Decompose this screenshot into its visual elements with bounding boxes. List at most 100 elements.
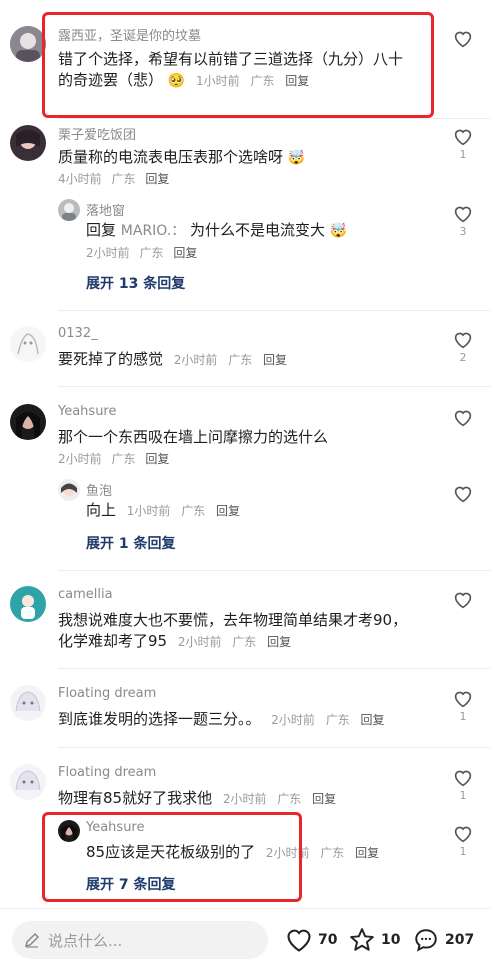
divider [58,570,491,571]
like-button[interactable]: 1 [452,769,474,802]
comment-time: 2小时前 [271,713,315,727]
reply-location: 广东 [139,246,164,260]
reply-time: 1小时前 [126,504,171,518]
heart-icon [454,410,472,427]
like-button[interactable] [452,485,474,503]
reply-text: 回复 MARIO.： 为什么不是电流变大 🤯 [86,221,348,239]
like-count: 1 [459,148,467,161]
comment-author[interactable]: 栗子爱吃饭团 [58,124,136,143]
like-button[interactable] [452,30,474,48]
comment-stat-button[interactable]: 207 [412,927,474,953]
mind-blown-emoji-icon: 🤯 [329,223,348,239]
divider [58,668,491,669]
reply-button[interactable]: 回复 [361,713,385,727]
comment-location: 广东 [232,635,257,649]
like-button[interactable] [452,591,474,609]
comment-bubble-icon [415,929,437,952]
reply-button[interactable]: 回复 [263,353,287,367]
comment-time: 2小时前 [58,452,102,466]
comment-meta: 2小时前 广东 回复 [58,450,169,467]
heart-icon [454,486,472,503]
like-button[interactable]: 1 [452,128,474,161]
avatar[interactable] [10,764,46,800]
avatar[interactable] [10,404,46,440]
like-button[interactable] [452,409,474,427]
comment-time: 2小时前 [173,353,218,367]
heart-icon [454,31,472,48]
avatar[interactable] [10,685,46,721]
avatar[interactable] [10,125,46,161]
expand-replies-button[interactable]: 展开 1 条回复 [86,533,176,553]
pencil-icon [24,932,40,948]
heart-icon [454,691,472,708]
like-button[interactable]: 2 [452,331,474,364]
heart-icon [454,592,472,609]
comment-location: 广东 [277,792,302,806]
reply-button[interactable]: 回复 [355,846,379,860]
like-stat-button[interactable]: 70 [285,927,337,953]
like-total: 70 [318,932,338,948]
avatar[interactable] [58,199,80,221]
avatar[interactable] [10,326,46,362]
highlight-box [42,812,302,902]
reply-button[interactable]: 回复 [145,452,169,466]
like-count: 1 [459,710,467,723]
expand-replies-button[interactable]: 展开 13 条回复 [86,273,185,293]
comment-author[interactable]: Floating dream [58,686,156,701]
comment-text: 质量称的电流表电压表那个选啥呀 🤯 [58,148,306,166]
reply-button[interactable]: 回复 [312,792,336,806]
comment-time: 4小时前 [58,172,102,186]
comment-input-placeholder: 说点什么... [48,932,123,950]
comment-location: 广东 [111,172,136,186]
reply-button[interactable]: 回复 [216,504,240,518]
mind-blown-emoji-icon: 🤯 [287,150,306,166]
star-icon [350,928,374,951]
comment-author[interactable]: camellia [58,587,113,602]
reply-location: 广东 [181,504,206,518]
comment-location: 广东 [111,452,136,466]
reply-button[interactable]: 回复 [145,172,169,186]
comment-text: 物理有85就好了我求他 2小时前 广东 回复 [58,789,337,807]
favorite-total: 10 [381,932,401,948]
avatar[interactable] [10,586,46,622]
comment-input-bar: 说点什么... 70 10 207 [0,908,491,975]
comment-total: 207 [445,932,475,948]
like-button[interactable]: 3 [452,205,474,238]
comment-time: 2小时前 [222,792,267,806]
reply-text: 向上 1小时前 广东 回复 [86,501,241,519]
comment-text: 要死掉了的感觉 2小时前 广东 回复 [58,350,288,368]
comment-author[interactable]: Floating dream [58,765,156,780]
comment-text: 到底谁发明的选择一题三分。。 2小时前 广东 回复 [58,710,385,728]
comment-input[interactable]: 说点什么... [12,921,268,959]
like-count: 2 [459,351,467,364]
favorite-stat-button[interactable]: 10 [348,927,400,953]
comment-time: 2小时前 [177,635,222,649]
heart-icon [454,826,472,843]
heart-icon [454,129,472,146]
reply-target[interactable]: MARIO.： [121,223,185,239]
divider [58,386,491,387]
divider [58,747,491,748]
reply-meta: 2小时前 广东 回复 [86,244,197,261]
heart-icon [454,332,472,349]
like-button[interactable]: 1 [452,690,474,723]
divider [58,310,491,311]
avatar[interactable] [10,26,46,62]
highlight-box [42,12,434,118]
reply-location: 广东 [320,846,345,860]
reply-button[interactable]: 回复 [267,635,291,649]
comment-text: 那个一个东西吸在墙上问摩擦力的选什么 [58,428,329,446]
like-button[interactable]: 1 [452,825,474,858]
comment-meta: 4小时前 广东 回复 [58,170,169,187]
reply-author[interactable]: 鱼泡 [86,480,112,499]
reply-author[interactable]: 落地窗 [86,200,125,219]
comment-location: 广东 [325,713,350,727]
avatar[interactable] [58,479,80,501]
heart-icon [454,206,472,223]
like-count: 3 [459,225,467,238]
reply-time: 2小时前 [86,246,130,260]
like-count: 1 [459,845,467,858]
comment-author[interactable]: Yeahsure [58,404,117,419]
reply-button[interactable]: 回复 [173,246,197,260]
comment-author[interactable]: 0132_ [58,326,98,341]
